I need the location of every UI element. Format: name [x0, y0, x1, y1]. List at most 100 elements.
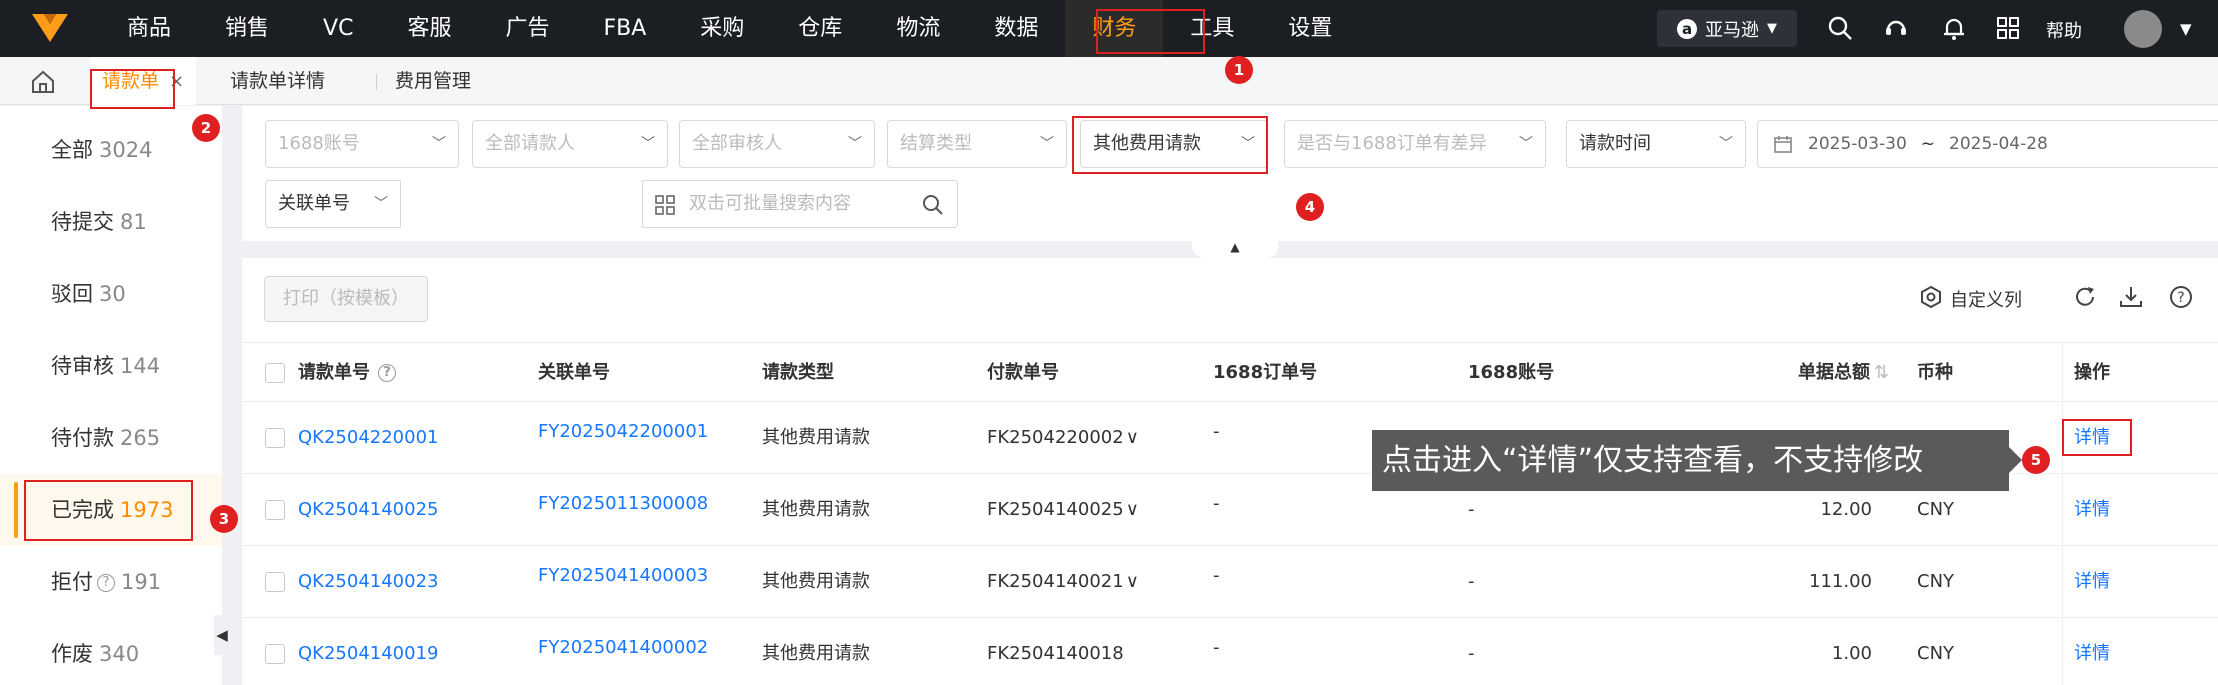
table-row: QK2504140023 FY2025041400003 其他费用请款 FK25041…: [242, 546, 2218, 618]
nav-item[interactable]: 商品: [100, 0, 198, 57]
status-filter-item[interactable]: 全部 3024: [0, 114, 222, 186]
help-icon[interactable]: ?: [2168, 284, 2194, 310]
status-count: 30: [99, 282, 126, 306]
nav-item[interactable]: 物流: [869, 0, 967, 57]
order-1688-cell-text: -: [1213, 421, 1220, 442]
help-link[interactable]: 帮助: [2046, 17, 2082, 43]
related-type-select[interactable]: 关联单号 ﹀: [265, 180, 401, 228]
help-icon[interactable]: ?: [378, 364, 396, 382]
nav-item[interactable]: 采购: [673, 0, 771, 57]
customer-service-icon[interactable]: [1882, 14, 1910, 42]
related-id-link-text: FY2025041400002: [538, 637, 709, 658]
nav-item[interactable]: FBA: [576, 0, 673, 57]
step-badge-5: 5: [2022, 446, 2050, 474]
date-separator: ~: [1920, 134, 1936, 154]
marketplace-selector[interactable]: a 亚马逊 ▼: [1657, 10, 1797, 47]
request-type-cell: 其他费用请款: [762, 546, 870, 618]
row-checkbox[interactable]: [265, 500, 285, 520]
tab-request-detail[interactable]: 请款单详情: [230, 57, 325, 105]
nav-item[interactable]: 仓库: [771, 0, 869, 57]
avatar[interactable]: [2124, 10, 2162, 48]
store-label: 亚马逊: [1705, 19, 1759, 41]
grid-icon[interactable]: [655, 195, 675, 215]
date-range-picker[interactable]: 2025-03-30 ~2025-04-28: [1757, 120, 2218, 168]
sort-icon[interactable]: ⇅: [1874, 362, 1889, 383]
row-checkbox[interactable]: [265, 428, 285, 448]
requester-select[interactable]: 全部请款人 ﹀: [472, 120, 668, 168]
caret-down-icon[interactable]: ▼: [2180, 20, 2192, 38]
payment-id-cell: FK2504140018: [987, 618, 1124, 685]
apps-grid-icon[interactable]: [1994, 14, 2022, 42]
select-all-checkbox[interactable]: [265, 363, 285, 383]
print-button[interactable]: 打印（按模板）: [264, 276, 428, 322]
select-placeholder: 全部请款人: [485, 133, 575, 154]
status-label: 待提交: [51, 210, 114, 234]
settle-type-select[interactable]: 结算类型 ﹀: [887, 120, 1067, 168]
status-label: 拒付: [51, 570, 93, 594]
request-id-link[interactable]: QK2504140025: [298, 474, 439, 546]
request-type-select[interactable]: 其他费用请款 ﹀: [1080, 120, 1268, 168]
nav-item[interactable]: 广告: [478, 0, 576, 57]
home-icon[interactable]: [30, 69, 56, 95]
row-checkbox[interactable]: [265, 644, 285, 664]
col-total-amount[interactable]: 单据总额 ⇅: [1798, 343, 1889, 403]
nav-item[interactable]: 数据: [967, 0, 1065, 57]
expand-chevron-icon[interactable]: ∨: [1126, 427, 1139, 448]
reviewer-select[interactable]: 全部审核人 ﹀: [679, 120, 875, 168]
col-request-id[interactable]: 请款单号?: [298, 343, 396, 403]
payment-id-cell-text: FK2504220002: [987, 427, 1124, 448]
detail-link[interactable]: 详情: [2074, 546, 2110, 618]
status-filter-item[interactable]: 待审核 144: [0, 330, 222, 402]
status-label: 待付款: [51, 426, 114, 450]
detail-link[interactable]: 详情: [2074, 474, 2110, 546]
status-filter-item[interactable]: 拒付? 191: [0, 546, 222, 618]
detail-link[interactable]: 详情: [2074, 402, 2110, 474]
nav-item[interactable]: 销售: [198, 0, 296, 57]
bell-icon[interactable]: [1940, 14, 1968, 42]
time-type-select[interactable]: 请款时间 ﹀: [1566, 120, 1746, 168]
related-id-link[interactable]: FY2025042200001: [538, 402, 708, 474]
refresh-icon[interactable]: [2072, 284, 2098, 310]
app-logo-icon[interactable]: [30, 10, 70, 46]
download-icon[interactable]: [2118, 284, 2144, 310]
request-id-link[interactable]: QK2504140019: [298, 618, 439, 685]
custom-columns-button[interactable]: 自定义列: [1950, 286, 2022, 312]
status-filter-item[interactable]: 驳回 30: [0, 258, 222, 330]
status-filter-item[interactable]: 作废 340: [0, 618, 222, 685]
tab-request-list[interactable]: 请款单 ×: [90, 57, 197, 105]
account-1688-select[interactable]: 1688账号 ﹀: [265, 120, 459, 168]
settings-icon[interactable]: [1918, 284, 1944, 310]
related-id-link[interactable]: FY2025041400003: [538, 546, 708, 618]
collapse-sidebar-icon[interactable]: ◀: [214, 615, 230, 655]
detail-link[interactable]: 详情: [2074, 618, 2110, 685]
request-id-link[interactable]: QK2504220001: [298, 402, 439, 474]
expand-chevron-icon[interactable]: ∨: [1126, 499, 1139, 520]
nav-item[interactable]: 设置: [1261, 0, 1359, 57]
search-icon[interactable]: [1826, 14, 1854, 42]
nav-item[interactable]: 客服: [380, 0, 478, 57]
detail-link-text: 详情: [2074, 499, 2110, 520]
help-icon[interactable]: ?: [97, 574, 115, 592]
collapse-filters-icon[interactable]: ▲: [1192, 236, 1278, 258]
chevron-down-icon: ﹀: [641, 136, 655, 152]
search-icon[interactable]: [921, 193, 945, 217]
nav-item[interactable]: VC: [296, 0, 380, 57]
tab-expense-management[interactable]: 费用管理: [395, 57, 471, 105]
header-label: 单据总额: [1798, 362, 1870, 383]
expand-chevron-icon[interactable]: ∨: [1126, 571, 1139, 592]
request-id-link[interactable]: QK2504140023: [298, 546, 439, 618]
batch-search-input[interactable]: 双击可批量搜索内容: [642, 180, 958, 228]
divider: [2062, 342, 2063, 685]
related-id-link[interactable]: FY2025011300008: [538, 474, 708, 546]
request-type-cell-text: 其他费用请款: [762, 571, 870, 592]
related-id-link[interactable]: FY2025041400002: [538, 618, 708, 685]
close-icon[interactable]: ×: [169, 71, 184, 92]
diff-1688-select[interactable]: 是否与1688订单有差异 ﹀: [1284, 120, 1546, 168]
nav-item[interactable]: 财务: [1065, 0, 1164, 57]
status-filter-item[interactable]: 待付款 265: [0, 402, 222, 474]
row-checkbox[interactable]: [265, 572, 285, 592]
col-actions: 操作: [2074, 362, 2110, 383]
status-filter-item[interactable]: 已完成 1973: [0, 474, 222, 546]
status-filter-item[interactable]: 待提交 81: [0, 186, 222, 258]
nav-item[interactable]: 工具: [1163, 0, 1261, 57]
